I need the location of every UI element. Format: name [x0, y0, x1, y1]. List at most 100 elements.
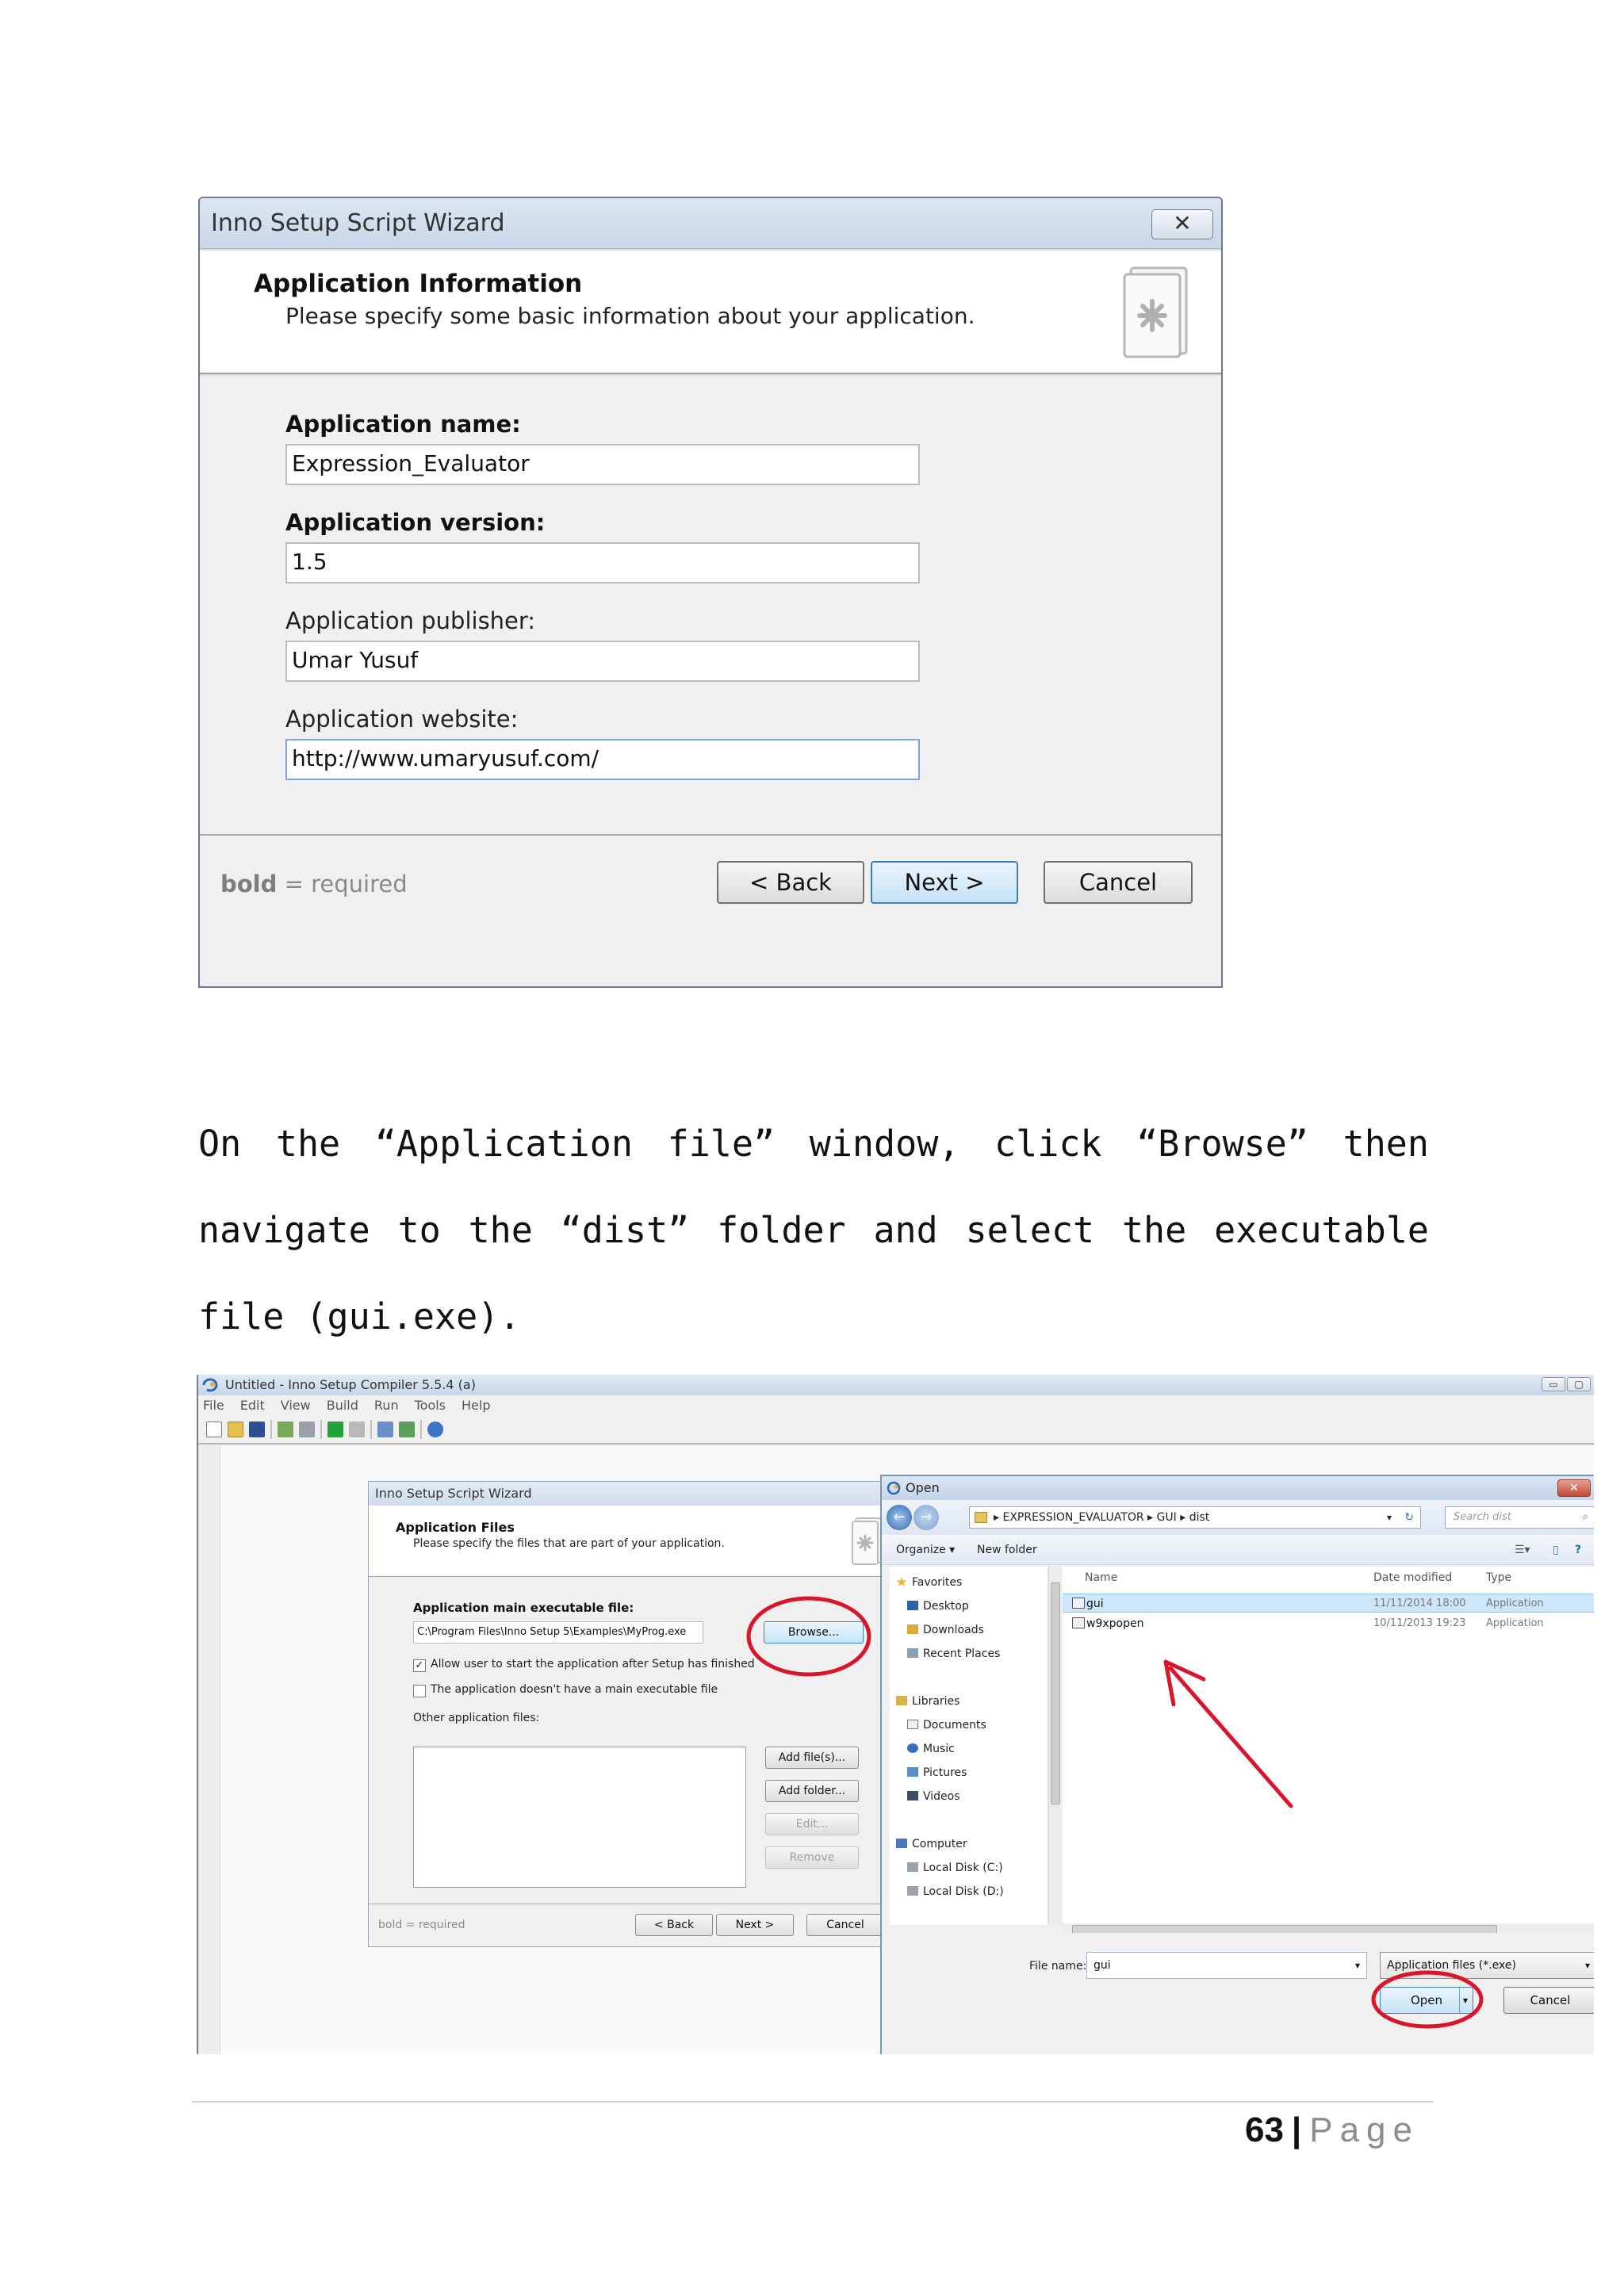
target-setup-icon[interactable] [377, 1422, 393, 1437]
cancel-button[interactable]: Cancel [1044, 861, 1193, 904]
no-main-exe-checkbox[interactable] [413, 1685, 426, 1697]
edit-button[interactable]: Edit... [765, 1813, 859, 1835]
open-dialog-cancel-button[interactable]: Cancel [1503, 1987, 1594, 2014]
target-uninstall-icon[interactable] [399, 1422, 415, 1437]
breadcrumb-item[interactable]: EXPRESSION_EVALUATOR [1002, 1511, 1143, 1524]
next-button[interactable]: Next > [871, 861, 1018, 904]
file-name: w9xpopen [1086, 1617, 1144, 1630]
menu-help[interactable]: Help [462, 1395, 490, 1416]
nav-music[interactable]: Music [907, 1743, 955, 1755]
file-row[interactable]: w9xpopen 10/11/2013 19:23 Application [1063, 1614, 1594, 1633]
breadcrumb-item[interactable]: GUI [1157, 1511, 1177, 1524]
open-folder-icon[interactable] [228, 1422, 243, 1437]
open-button[interactable]: Open ▾ [1380, 1987, 1473, 2014]
column-name-header[interactable]: Name [1085, 1571, 1117, 1584]
application-publisher-input[interactable]: Umar Yusuf [285, 641, 920, 682]
nav-desktop[interactable]: Desktop [907, 1600, 969, 1613]
help-icon[interactable] [427, 1422, 443, 1437]
chevron-down-icon[interactable]: ▾ [1585, 1953, 1590, 1978]
nav-videos[interactable]: Videos [907, 1790, 960, 1803]
wizard2-next-button[interactable]: Next > [716, 1914, 794, 1936]
other-files-list[interactable] [413, 1747, 746, 1888]
pause-icon[interactable] [349, 1422, 365, 1437]
add-files-button[interactable]: Add file(s)... [765, 1747, 859, 1769]
organize-button[interactable]: Organize ▾ [896, 1535, 955, 1565]
remove-button[interactable]: Remove [765, 1846, 859, 1869]
nav-label: Videos [923, 1790, 960, 1803]
menu-tools[interactable]: Tools [415, 1395, 446, 1416]
main-exe-input[interactable]: C:\Program Files\Inno Setup 5\Examples\M… [413, 1621, 703, 1644]
refresh-icon[interactable]: ↻ [1404, 1507, 1414, 1528]
add-folder-button[interactable]: Add folder... [765, 1780, 859, 1802]
nav-label: Desktop [923, 1600, 969, 1613]
nav-libraries[interactable]: Libraries [896, 1695, 959, 1708]
run-icon[interactable] [327, 1422, 343, 1437]
preview-pane-icon[interactable]: ▯ [1553, 1535, 1559, 1565]
menu-edit[interactable]: Edit [240, 1395, 265, 1416]
application-website-input[interactable]: http://www.umaryusuf.com/ [285, 739, 920, 780]
nav-downloads[interactable]: Downloads [907, 1624, 984, 1636]
menu-view[interactable]: View [281, 1395, 311, 1416]
file-row[interactable]: gui 11/11/2014 18:00 Application [1063, 1594, 1594, 1613]
close-icon[interactable]: ✕ [1557, 1479, 1591, 1497]
chevron-down-icon[interactable]: ▾ [1387, 1507, 1392, 1528]
maximize-icon[interactable]: ▢ [1567, 1377, 1591, 1391]
wizard-screenshot-application-information: Inno Setup Script Wizard ✕ Application I… [198, 197, 1223, 988]
close-button[interactable]: ✕ [1151, 209, 1213, 239]
menu-run[interactable]: Run [374, 1395, 399, 1416]
videos-icon [907, 1791, 918, 1800]
chevron-down-icon[interactable]: ▾ [1458, 1988, 1468, 2013]
nav-documents[interactable]: Documents [907, 1719, 986, 1732]
toolbar-separator [420, 1420, 422, 1439]
stop-compile-icon[interactable] [299, 1422, 315, 1437]
column-date-header[interactable]: Date modified [1373, 1571, 1452, 1584]
open-button-label: Open [1410, 1993, 1443, 2007]
application-version-input[interactable]: 1.5 [285, 542, 920, 584]
open-dialog-title: Open [906, 1480, 940, 1495]
open-dialog-icon [887, 1481, 901, 1495]
application-name-input[interactable]: Expression_Evaluator [285, 444, 920, 485]
chevron-down-icon[interactable]: ▾ [1355, 1953, 1360, 1978]
nav-recent-places[interactable]: Recent Places [907, 1647, 1000, 1660]
nav-local-disk-d[interactable]: Local Disk (D:) [907, 1885, 1004, 1898]
nav-scrollbar[interactable] [1048, 1567, 1061, 1925]
wizard-titlebar: Inno Setup Script Wizard ✕ [200, 198, 1221, 249]
toolbar-separator [320, 1420, 322, 1439]
file-name-value: gui [1094, 1959, 1111, 1972]
search-icon[interactable]: ⌕ [1583, 1507, 1588, 1528]
new-file-icon[interactable] [206, 1422, 222, 1437]
column-type-header[interactable]: Type [1486, 1571, 1511, 1584]
browse-button[interactable]: Browse... [764, 1621, 864, 1644]
save-icon[interactable] [249, 1422, 265, 1437]
menu-build[interactable]: Build [327, 1395, 358, 1416]
nav-local-disk-c[interactable]: Local Disk (C:) [907, 1862, 1003, 1874]
breadcrumb[interactable]: ▸ EXPRESSION_EVALUATOR ▸ GUI ▸ dist ▾ ↻ [969, 1506, 1421, 1529]
help-icon[interactable]: ? [1575, 1535, 1581, 1565]
file-type-select[interactable]: Application files (*.exe) ▾ [1380, 1952, 1594, 1979]
forward-arrow-icon[interactable]: → [914, 1505, 939, 1530]
breadcrumb-sep-icon: ▸ [1147, 1511, 1154, 1524]
other-files-label: Other application files: [413, 1712, 540, 1724]
allow-start-label: Allow user to start the application afte… [431, 1658, 755, 1670]
view-options-icon[interactable]: ☰▾ [1515, 1535, 1530, 1565]
wizard2-back-button[interactable]: < Back [635, 1914, 713, 1936]
compile-icon[interactable] [278, 1422, 293, 1437]
back-button[interactable]: < Back [717, 861, 864, 904]
nav-computer[interactable]: Computer [896, 1838, 967, 1850]
breadcrumb-item[interactable]: dist [1189, 1511, 1210, 1524]
breadcrumb-sep-icon: ▸ [1180, 1511, 1186, 1524]
search-input[interactable]: Search dist ⌕ [1445, 1506, 1594, 1529]
editor-gutter [198, 1446, 220, 2054]
minimize-icon[interactable]: ▭ [1542, 1377, 1565, 1391]
open-dialog-bottom [882, 1933, 1594, 2054]
file-name-input[interactable]: gui ▾ [1086, 1952, 1367, 1979]
wizard2-cancel-button[interactable]: Cancel [806, 1914, 884, 1936]
nav-pictures[interactable]: Pictures [907, 1766, 967, 1779]
new-folder-button[interactable]: New folder [977, 1535, 1037, 1565]
allow-start-checkbox[interactable]: ✓ [413, 1659, 426, 1672]
scrollbar-thumb[interactable] [1051, 1582, 1060, 1804]
back-arrow-icon[interactable]: ← [887, 1505, 912, 1530]
nav-favorites[interactable]: Favorites [896, 1576, 962, 1589]
wizard2-footer: bold = required < Back Next > Cancel [369, 1904, 891, 1948]
menu-file[interactable]: File [203, 1395, 224, 1416]
